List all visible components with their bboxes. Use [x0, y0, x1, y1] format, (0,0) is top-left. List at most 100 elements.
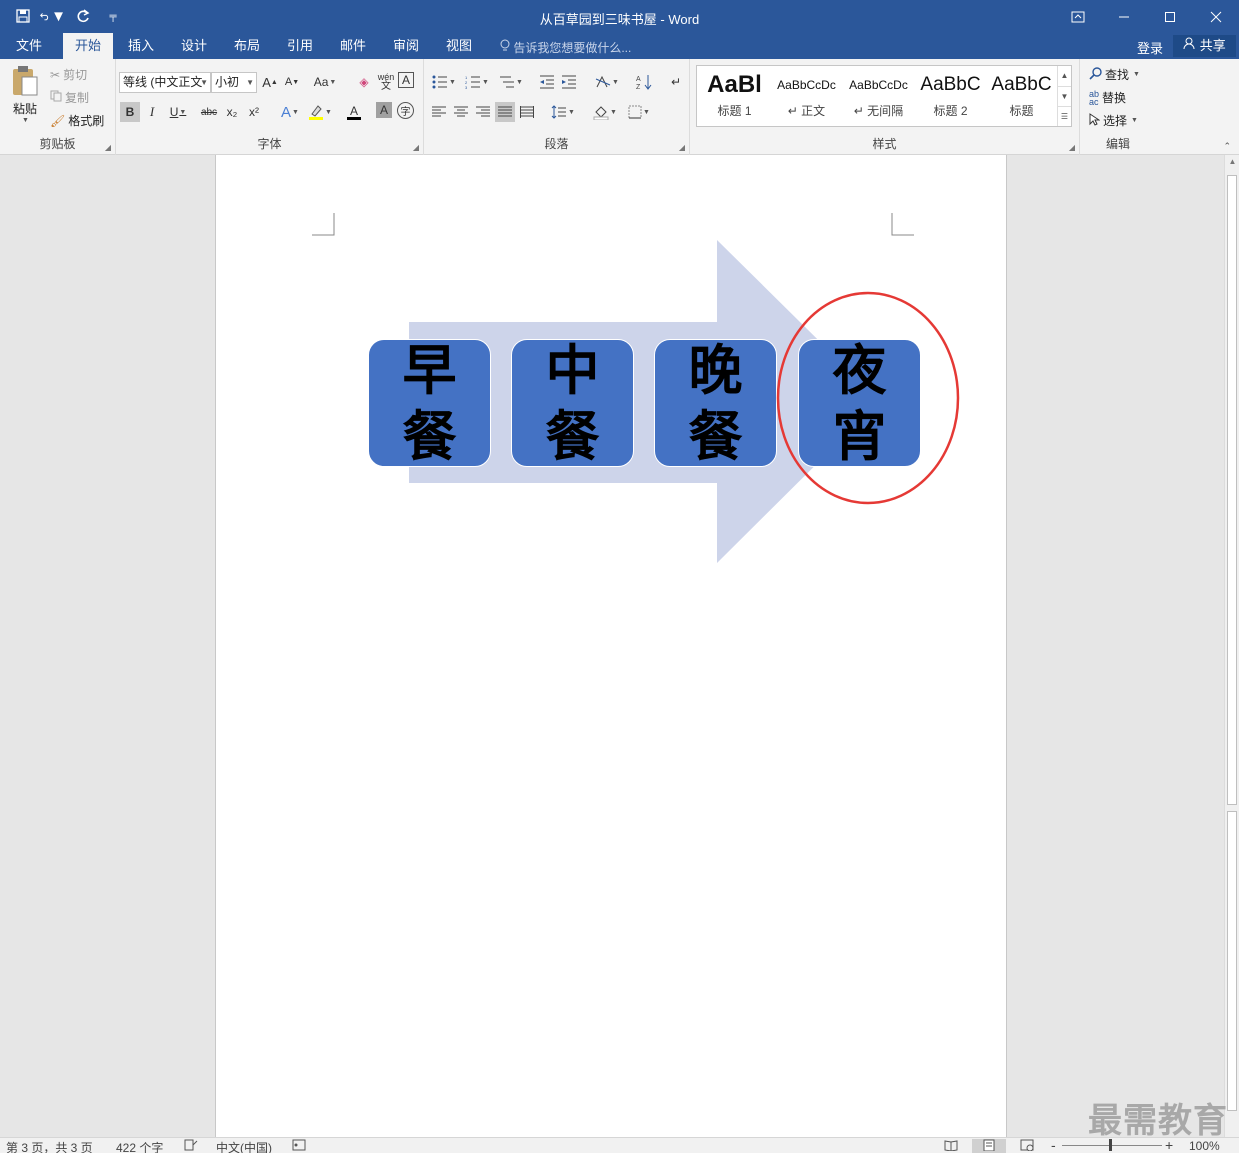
font-size-combo[interactable]: 小初 ▼ [211, 72, 257, 93]
gallery-scroll-down-icon[interactable]: ▼ [1057, 86, 1071, 106]
zoom-slider-thumb[interactable] [1109, 1139, 1112, 1151]
dialog-launcher-icon[interactable]: ◢ [679, 143, 685, 152]
smartart-diagram[interactable]: 早 餐 中 餐 晚 餐 夜 宵 [360, 240, 960, 565]
chinese-layout-icon[interactable]: ▼ [592, 72, 622, 92]
show-formatting-icon[interactable]: ↵ [666, 72, 686, 92]
gallery-more-icon[interactable]: ☰ [1057, 106, 1071, 126]
bullets-icon[interactable]: ▼ [429, 72, 459, 92]
align-center-icon[interactable] [451, 102, 471, 122]
justify-icon[interactable] [495, 102, 515, 122]
dialog-launcher-icon[interactable]: ◢ [105, 143, 111, 152]
sort-icon[interactable]: AZ [634, 72, 654, 92]
close-icon[interactable] [1193, 0, 1239, 33]
minimize-icon[interactable] [1101, 0, 1147, 33]
dialog-launcher-icon[interactable]: ◢ [1069, 143, 1075, 152]
sign-in-link[interactable]: 登录 [1137, 38, 1163, 57]
grow-font-icon[interactable]: A ▲ [260, 72, 280, 92]
editing-group: 查找 ▼ ab ac 替换 选择 ▼ 编辑 [1080, 59, 1156, 155]
web-layout-icon[interactable] [1020, 1139, 1034, 1153]
macro-recording-icon[interactable] [292, 1139, 306, 1153]
character-border-icon[interactable]: A [398, 72, 414, 88]
enclose-characters-icon[interactable]: 字 [397, 102, 414, 119]
format-painter-button[interactable]: 🖌 格式刷 [50, 112, 104, 129]
dialog-launcher-icon[interactable]: ◢ [413, 143, 419, 152]
paste-label: 粘贴 [12, 102, 37, 116]
scroll-up-icon[interactable]: ▲ [1225, 157, 1239, 166]
language-indicator[interactable]: 中文(中国) [216, 1139, 272, 1153]
diagram-tile-late-snack[interactable]: 夜 宵 [798, 338, 921, 468]
tab-layout[interactable]: 布局 [224, 33, 270, 59]
subscript-button[interactable]: x₂ [222, 102, 242, 122]
proofing-icon[interactable] [184, 1139, 198, 1153]
font-name-combo[interactable]: 等线 (中文正文 ▼ [119, 72, 211, 93]
diagram-tile-dinner[interactable]: 晚 餐 [654, 338, 777, 468]
tab-review[interactable]: 审阅 [383, 33, 429, 59]
diagram-tile-breakfast[interactable]: 早 餐 [368, 338, 491, 468]
underline-button[interactable]: U ▼ [164, 102, 192, 122]
style-title[interactable]: AaBbC 标题 [986, 68, 1057, 124]
word-count[interactable]: 422 个字 [116, 1139, 163, 1153]
increase-indent-icon[interactable] [559, 72, 579, 92]
collapse-ribbon-icon[interactable]: ⌃ [1223, 141, 1231, 152]
shrink-font-icon[interactable]: A ▼ [282, 72, 302, 92]
character-shading-icon[interactable]: A [376, 102, 392, 118]
scroll-track[interactable] [1227, 175, 1237, 805]
read-mode-icon[interactable] [944, 1139, 958, 1153]
copy-button[interactable]: 复制 [50, 89, 89, 106]
bold-button[interactable]: B [120, 102, 140, 122]
align-left-icon[interactable] [429, 102, 449, 122]
borders-icon[interactable]: ▼ [624, 102, 654, 122]
ribbon-display-options-icon[interactable] [1055, 0, 1101, 33]
cut-button[interactable]: ✂ 剪切 [50, 66, 87, 83]
superscript-button[interactable]: x² [244, 102, 264, 122]
font-color-icon[interactable]: A [340, 102, 368, 122]
tab-view[interactable]: 视图 [436, 33, 482, 59]
vertical-scrollbar[interactable]: ▲ [1224, 155, 1239, 1137]
zoom-in-button[interactable]: + [1165, 1138, 1173, 1152]
tab-design[interactable]: 设计 [171, 33, 217, 59]
tab-mailings[interactable]: 邮件 [330, 33, 376, 59]
diagram-tile-lunch[interactable]: 中 餐 [511, 338, 634, 468]
text-effects-icon[interactable]: A ▼ [276, 102, 304, 122]
replace-button[interactable]: ab ac 替换 [1089, 89, 1126, 106]
ribbon: 粘贴 ▼ ✂ 剪切 复制 🖌 格式刷 剪贴板 ◢ 等线 (中文正文 ▼ 小初 ▼ A ▲ … [0, 59, 1239, 155]
style-name: 标题 [1009, 104, 1034, 118]
tab-insert[interactable]: 插入 [118, 33, 164, 59]
style-heading-2[interactable]: AaBbC 标题 2 [915, 68, 986, 124]
paste-button[interactable]: 粘贴 ▼ [8, 65, 42, 129]
strikethrough-button[interactable]: abc [198, 102, 220, 122]
align-right-icon[interactable] [473, 102, 493, 122]
page-count[interactable]: 第 3 页，共 3 页 [6, 1139, 93, 1153]
italic-button[interactable]: I [142, 102, 162, 122]
line-spacing-icon[interactable]: ▼ [548, 102, 578, 122]
tab-references[interactable]: 引用 [277, 33, 323, 59]
maximize-icon[interactable] [1147, 0, 1193, 33]
scroll-thumb[interactable] [1227, 811, 1237, 1111]
phonetic-guide-icon[interactable]: wén 文 [376, 72, 396, 92]
find-button[interactable]: 查找 ▼ [1089, 66, 1140, 83]
multilevel-list-icon[interactable]: ▼ [496, 72, 526, 92]
clear-formatting-icon[interactable]: ◈ [354, 72, 374, 92]
style-name: ↵ 无间隔 [853, 104, 904, 118]
select-button[interactable]: 选择 ▼ [1089, 112, 1138, 129]
style-no-spacing[interactable]: AaBbCcDc ↵ 无间隔 [843, 68, 914, 124]
decrease-indent-icon[interactable] [537, 72, 557, 92]
gallery-scroll-up-icon[interactable]: ▲ [1057, 66, 1071, 86]
print-layout-icon[interactable] [972, 1139, 1006, 1153]
window-title: 从百草园到三味书屋 - Word [539, 12, 700, 27]
change-case-icon[interactable]: Aa ▼ [310, 72, 340, 92]
highlight-color-icon[interactable]: ▼ [306, 102, 334, 122]
zoom-slider-track[interactable] [1062, 1145, 1162, 1146]
numbering-icon[interactable]: 1 2 3 ▼ [462, 72, 492, 92]
shading-icon[interactable]: ▼ [590, 102, 620, 122]
tab-home[interactable]: 开始 [63, 33, 113, 59]
zoom-out-button[interactable]: - [1051, 1138, 1056, 1152]
share-button[interactable]: 共享 [1173, 35, 1236, 57]
tell-me-box[interactable]: 告诉我您想要做什么... [500, 39, 631, 56]
zoom-level[interactable]: 100% [1189, 1139, 1220, 1153]
paragraph-group-label: 段落 [544, 137, 569, 151]
style-normal[interactable]: AaBbCcDc ↵ 正文 [771, 68, 842, 124]
distributed-icon[interactable] [517, 102, 537, 122]
tab-file[interactable]: 文件 [6, 33, 52, 59]
style-heading-1[interactable]: AaBl 标题 1 [699, 68, 770, 124]
